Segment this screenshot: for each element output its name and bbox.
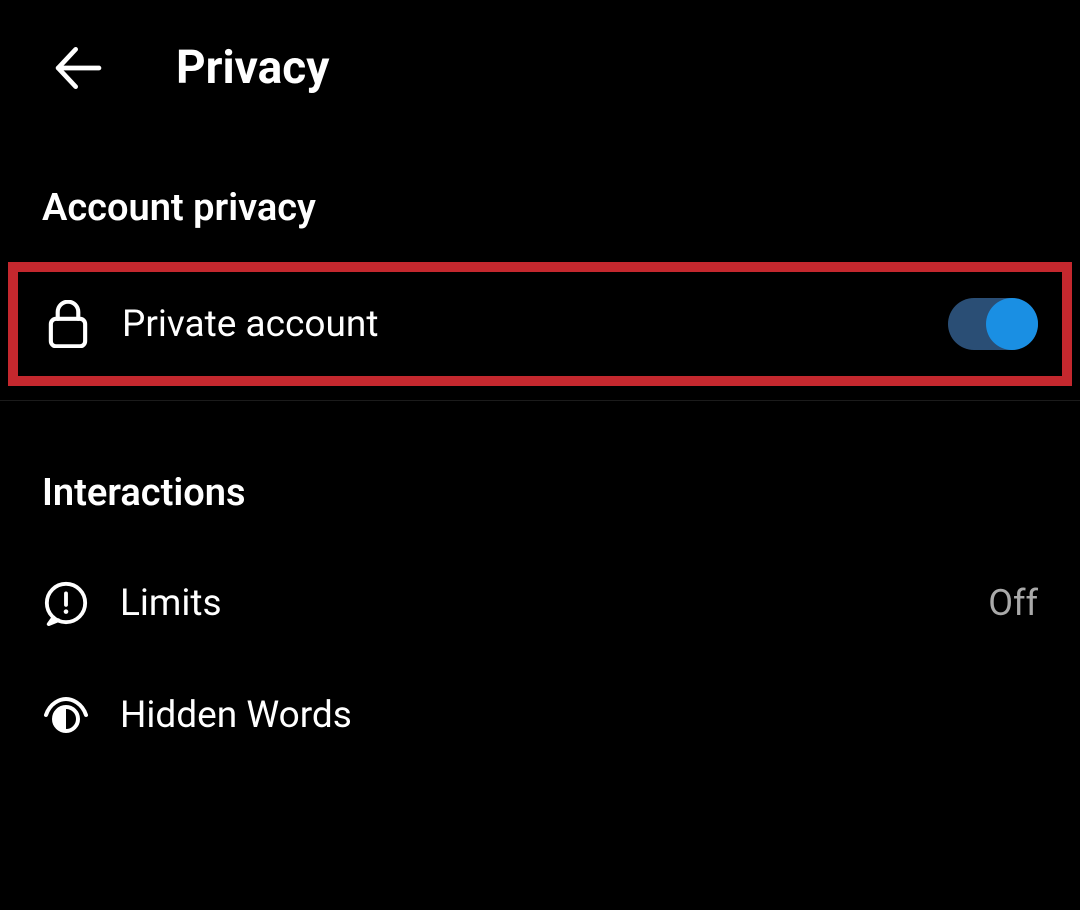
limits-value: Off [988,582,1038,624]
arrow-left-icon [50,40,106,96]
page-title: Privacy [176,41,329,95]
limits-label: Limits [120,582,958,625]
header: Privacy [0,0,1080,146]
limits-row[interactable]: Limits Off [0,547,1080,659]
private-account-toggle[interactable] [948,298,1038,350]
lock-icon [44,300,92,348]
alert-bubble-icon [42,579,90,627]
private-account-row[interactable]: Private account [18,272,1062,376]
section-header-account-privacy: Account privacy [0,146,1080,262]
hidden-words-label: Hidden Words [120,694,1038,737]
hidden-words-row[interactable]: Hidden Words [0,659,1080,771]
highlight-frame: Private account [8,262,1072,386]
toggle-knob [986,298,1038,350]
private-account-label: Private account [122,303,918,346]
eye-icon [42,691,90,739]
back-button[interactable] [50,40,106,96]
section-header-interactions: Interactions [0,431,1080,547]
